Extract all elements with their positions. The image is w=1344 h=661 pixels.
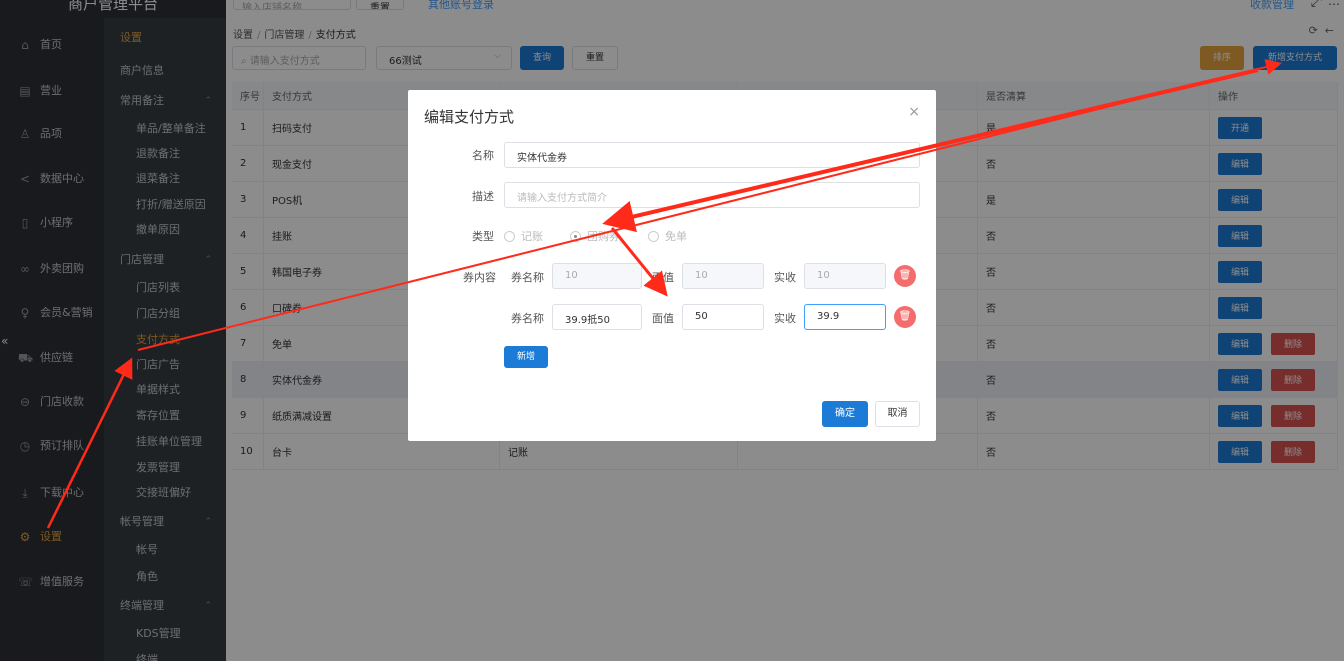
type-radio-bookkeeping[interactable]: 记账	[504, 228, 543, 244]
type-label: 类型	[472, 230, 494, 243]
actual-label: 实收	[774, 271, 796, 284]
close-icon[interactable]: ×	[908, 104, 920, 120]
face-value-input[interactable]: 10	[682, 263, 764, 289]
desc-input[interactable]: 请输入支付方式简介	[504, 182, 920, 208]
confirm-button[interactable]: 确定	[822, 401, 868, 427]
radio-label: 团购券	[587, 230, 620, 243]
coupon-name-label: 券名称	[511, 271, 544, 284]
radio-label: 免单	[665, 230, 687, 243]
trash-icon[interactable]: 🗑	[894, 265, 916, 287]
actual-input[interactable]: 10	[804, 263, 886, 289]
dialog-title: 编辑支付方式	[424, 108, 515, 126]
app-root: 商户管理平台 输入店铺名称 重置 其他账号登录 收款管理 ⤢ … ⌂ 首页 ▤ 营业 ♙…	[0, 0, 1344, 661]
radio-dot	[504, 230, 515, 242]
face-value-label: 面值	[652, 271, 674, 284]
radio-dot-selected	[570, 230, 581, 242]
type-radio-groupbuy[interactable]: 团购券	[570, 228, 620, 244]
coupon-content-label: 券内容	[463, 271, 496, 284]
face-value-input[interactable]: 50	[682, 304, 764, 330]
actual-input[interactable]: 39.9	[804, 304, 886, 330]
face-value-label: 面值	[652, 312, 674, 325]
actual-label: 实收	[774, 312, 796, 325]
coupon-name-input[interactable]: 10	[552, 263, 642, 289]
coupon-name-label: 券名称	[511, 312, 544, 325]
add-coupon-button[interactable]: 新增	[504, 346, 548, 368]
radio-dot	[648, 230, 659, 242]
edit-payment-dialog: 编辑支付方式 × 名称 实体代金券 描述 请输入支付方式简介 类型 记账 团购券…	[408, 90, 936, 441]
desc-label: 描述	[472, 190, 494, 203]
name-input[interactable]: 实体代金券	[504, 142, 920, 168]
radio-label: 记账	[521, 230, 543, 243]
cancel-button[interactable]: 取消	[875, 401, 920, 427]
type-radio-free[interactable]: 免单	[648, 228, 687, 244]
trash-icon[interactable]: 🗑	[894, 306, 916, 328]
name-label: 名称	[472, 149, 494, 162]
coupon-name-input[interactable]: 39.9抵50	[552, 304, 642, 330]
